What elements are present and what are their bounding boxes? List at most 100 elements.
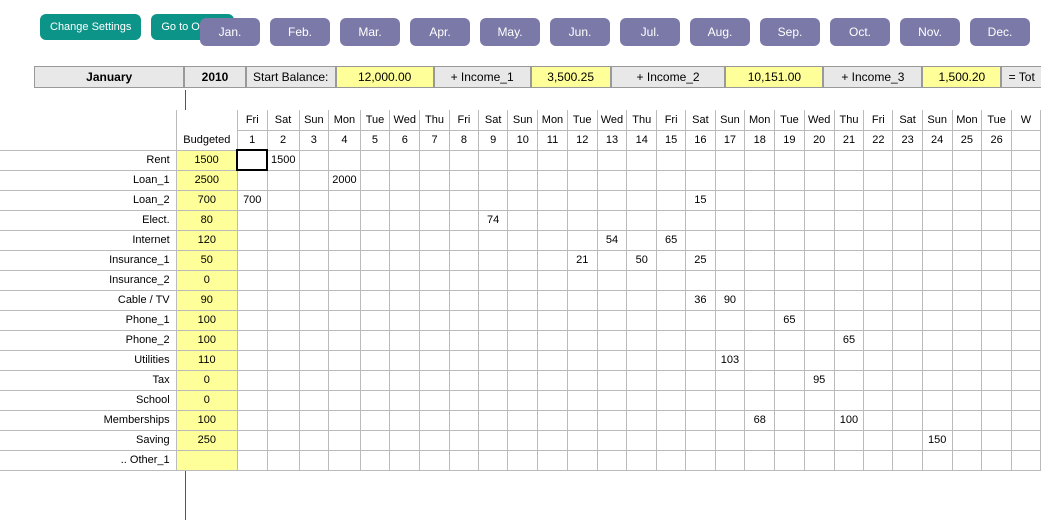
month-tab-mar[interactable]: Mar. bbox=[340, 18, 400, 46]
grid-cell[interactable] bbox=[893, 170, 922, 190]
income2-value[interactable]: 10,151.00 bbox=[725, 66, 823, 88]
grid-cell[interactable] bbox=[267, 450, 299, 470]
grid-cell[interactable]: 103 bbox=[715, 350, 745, 370]
grid-cell[interactable] bbox=[715, 250, 745, 270]
grid-cell[interactable] bbox=[478, 390, 507, 410]
grid-cell[interactable] bbox=[478, 270, 507, 290]
grid-cell[interactable]: 700 bbox=[237, 190, 267, 210]
grid-cell[interactable] bbox=[715, 170, 745, 190]
grid-cell[interactable] bbox=[745, 290, 775, 310]
grid-cell[interactable] bbox=[804, 210, 834, 230]
grid-cell[interactable] bbox=[982, 270, 1012, 290]
grid-cell[interactable] bbox=[478, 230, 507, 250]
budget-cell[interactable]: 100 bbox=[176, 310, 237, 330]
grid-cell[interactable] bbox=[449, 290, 478, 310]
grid-cell[interactable] bbox=[982, 150, 1012, 170]
grid-cell[interactable] bbox=[299, 350, 329, 370]
grid-cell[interactable] bbox=[864, 330, 893, 350]
grid-cell[interactable] bbox=[834, 290, 864, 310]
grid-cell[interactable] bbox=[478, 350, 507, 370]
budget-cell[interactable]: 700 bbox=[176, 190, 237, 210]
budget-cell[interactable]: 0 bbox=[176, 370, 237, 390]
grid-cell[interactable] bbox=[420, 350, 450, 370]
grid-cell[interactable] bbox=[745, 250, 775, 270]
grid-cell[interactable] bbox=[567, 210, 597, 230]
budget-cell[interactable]: 80 bbox=[176, 210, 237, 230]
grid-cell[interactable] bbox=[627, 210, 657, 230]
grid-cell[interactable] bbox=[952, 190, 982, 210]
grid-cell[interactable] bbox=[508, 270, 538, 290]
grid-cell[interactable] bbox=[299, 210, 329, 230]
grid-cell[interactable] bbox=[538, 330, 568, 350]
grid-cell[interactable] bbox=[804, 390, 834, 410]
grid-cell[interactable] bbox=[804, 150, 834, 170]
grid-cell[interactable] bbox=[597, 450, 627, 470]
income3-value[interactable]: 1,500.20 bbox=[922, 66, 1001, 88]
grid-cell[interactable]: 68 bbox=[745, 410, 775, 430]
grid-cell[interactable] bbox=[657, 370, 686, 390]
grid-cell[interactable] bbox=[922, 350, 952, 370]
grid-cell[interactable] bbox=[952, 310, 982, 330]
grid-cell[interactable]: 65 bbox=[834, 330, 864, 350]
grid-cell[interactable] bbox=[597, 250, 627, 270]
grid-cell[interactable] bbox=[893, 150, 922, 170]
grid-cell[interactable] bbox=[538, 370, 568, 390]
grid-cell[interactable] bbox=[952, 270, 982, 290]
grid-cell[interactable] bbox=[657, 270, 686, 290]
grid-cell[interactable] bbox=[745, 190, 775, 210]
grid-cell[interactable] bbox=[922, 170, 952, 190]
grid-cell[interactable] bbox=[420, 230, 450, 250]
month-tab-apr[interactable]: Apr. bbox=[410, 18, 470, 46]
grid-cell[interactable] bbox=[864, 170, 893, 190]
grid-cell[interactable] bbox=[893, 330, 922, 350]
month-tab-aug[interactable]: Aug. bbox=[690, 18, 750, 46]
grid-cell[interactable] bbox=[834, 170, 864, 190]
grid-cell[interactable] bbox=[538, 250, 568, 270]
grid-cell[interactable] bbox=[775, 150, 805, 170]
grid-cell[interactable] bbox=[1011, 350, 1040, 370]
grid-cell[interactable] bbox=[390, 270, 420, 290]
grid-cell[interactable] bbox=[390, 410, 420, 430]
grid-cell[interactable] bbox=[745, 330, 775, 350]
grid-cell[interactable] bbox=[982, 250, 1012, 270]
grid-cell[interactable]: 65 bbox=[775, 310, 805, 330]
grid-cell[interactable] bbox=[299, 230, 329, 250]
grid-cell[interactable] bbox=[390, 290, 420, 310]
grid-cell[interactable] bbox=[834, 390, 864, 410]
grid-cell[interactable] bbox=[686, 270, 715, 290]
grid-cell[interactable] bbox=[360, 330, 390, 350]
grid-cell[interactable] bbox=[299, 190, 329, 210]
grid-cell[interactable] bbox=[449, 190, 478, 210]
grid-cell[interactable] bbox=[834, 210, 864, 230]
grid-cell[interactable] bbox=[893, 310, 922, 330]
grid-cell[interactable] bbox=[299, 330, 329, 350]
grid-cell[interactable] bbox=[627, 290, 657, 310]
grid-cell[interactable] bbox=[267, 310, 299, 330]
grid-cell[interactable] bbox=[1011, 330, 1040, 350]
grid-cell[interactable] bbox=[627, 370, 657, 390]
grid-cell[interactable] bbox=[686, 170, 715, 190]
grid-cell[interactable] bbox=[237, 290, 267, 310]
grid-cell[interactable]: 36 bbox=[686, 290, 715, 310]
grid-cell[interactable] bbox=[567, 270, 597, 290]
grid-cell[interactable] bbox=[745, 270, 775, 290]
grid-cell[interactable] bbox=[982, 290, 1012, 310]
grid-cell[interactable] bbox=[360, 390, 390, 410]
grid-cell[interactable] bbox=[922, 250, 952, 270]
grid-cell[interactable] bbox=[952, 430, 982, 450]
grid-cell[interactable] bbox=[1011, 270, 1040, 290]
grid-cell[interactable] bbox=[360, 350, 390, 370]
grid-cell[interactable] bbox=[567, 170, 597, 190]
grid-cell[interactable] bbox=[267, 290, 299, 310]
grid-cell[interactable] bbox=[267, 410, 299, 430]
grid-cell[interactable] bbox=[982, 390, 1012, 410]
grid-cell[interactable] bbox=[893, 290, 922, 310]
grid-cell[interactable] bbox=[982, 430, 1012, 450]
grid-cell[interactable] bbox=[449, 230, 478, 250]
grid-cell[interactable] bbox=[1011, 370, 1040, 390]
grid-cell[interactable] bbox=[627, 270, 657, 290]
grid-cell[interactable] bbox=[597, 270, 627, 290]
grid-cell[interactable] bbox=[686, 310, 715, 330]
grid-cell[interactable] bbox=[627, 310, 657, 330]
grid-cell[interactable] bbox=[567, 410, 597, 430]
